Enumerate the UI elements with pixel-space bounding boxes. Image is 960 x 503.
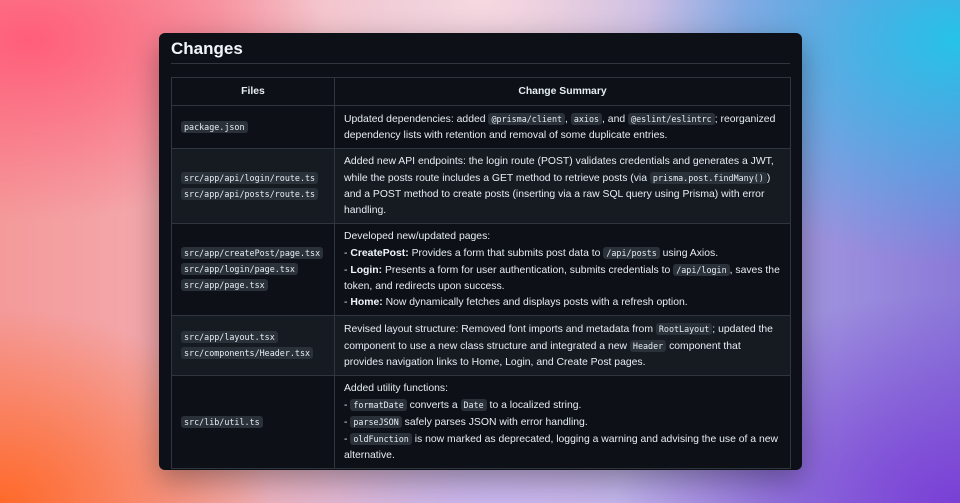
files-cell: src/app/api/login/route.ts src/app/api/p…: [171, 148, 335, 224]
inline-code: RootLayout: [655, 323, 713, 335]
inline-code: Date: [460, 399, 487, 411]
summary-cell: Added new API endpoints: the login route…: [334, 148, 791, 224]
table-row: src/lib/util.ts Added utility functions:…: [171, 375, 791, 469]
table-row: package.json Updated dependencies: added…: [171, 105, 791, 149]
inline-code: /api/posts: [603, 247, 660, 259]
file-path: src/app/api/posts/route.ts: [181, 187, 319, 200]
inline-code: @eslint/eslintrc: [628, 113, 715, 125]
inline-code: oldFunction: [350, 433, 412, 445]
file-path: src/app/createPost/page.tsx: [181, 247, 324, 259]
files-cell: src/app/layout.tsx src/components/Header…: [171, 315, 335, 376]
file-path: src/lib/util.ts: [181, 415, 263, 428]
column-header-summary: Change Summary: [334, 77, 791, 106]
changes-card: Changes Files Change Summary package.jso…: [159, 33, 802, 470]
file-path: src/app/page.tsx: [181, 279, 268, 291]
file-path: src/app/api/login/route.ts: [181, 171, 319, 184]
files-cell: src/app/createPost/page.tsx src/app/logi…: [171, 223, 335, 316]
file-path: package.json: [181, 120, 248, 133]
table-row: src/app/api/login/route.ts src/app/api/p…: [171, 148, 791, 224]
table-row: src/app/createPost/page.tsx src/app/logi…: [171, 223, 791, 316]
inline-code: axios: [570, 113, 603, 125]
file-path: src/components/Header.tsx: [181, 347, 314, 359]
files-cell: package.json: [171, 105, 335, 149]
changes-table: Files Change Summary package.json Update…: [171, 77, 791, 469]
heading-divider: [171, 63, 790, 64]
inline-code: @prisma/client: [488, 113, 566, 125]
summary-cell: Updated dependencies: added @prisma/clie…: [334, 105, 791, 149]
files-cell: src/lib/util.ts: [171, 375, 335, 469]
table-header-row: Files Change Summary: [171, 77, 791, 106]
summary-cell: Revised layout structure: Removed font i…: [334, 315, 791, 376]
inline-code: formatDate: [350, 399, 407, 411]
inline-code: prisma.post.findMany(): [649, 172, 767, 184]
inline-code: parseJSON: [350, 416, 402, 428]
file-path: src/app/login/page.tsx: [181, 263, 298, 275]
summary-cell: Developed new/updated pages: - CreatePos…: [334, 223, 791, 316]
section-heading: Changes: [171, 39, 243, 58]
summary-cell: Added utility functions: - formatDate co…: [334, 375, 791, 469]
column-header-files: Files: [171, 77, 335, 106]
inline-code: /api/login: [673, 264, 730, 276]
table-row: src/app/layout.tsx src/components/Header…: [171, 315, 791, 376]
file-path: src/app/layout.tsx: [181, 331, 278, 343]
inline-code: Header: [629, 340, 667, 352]
